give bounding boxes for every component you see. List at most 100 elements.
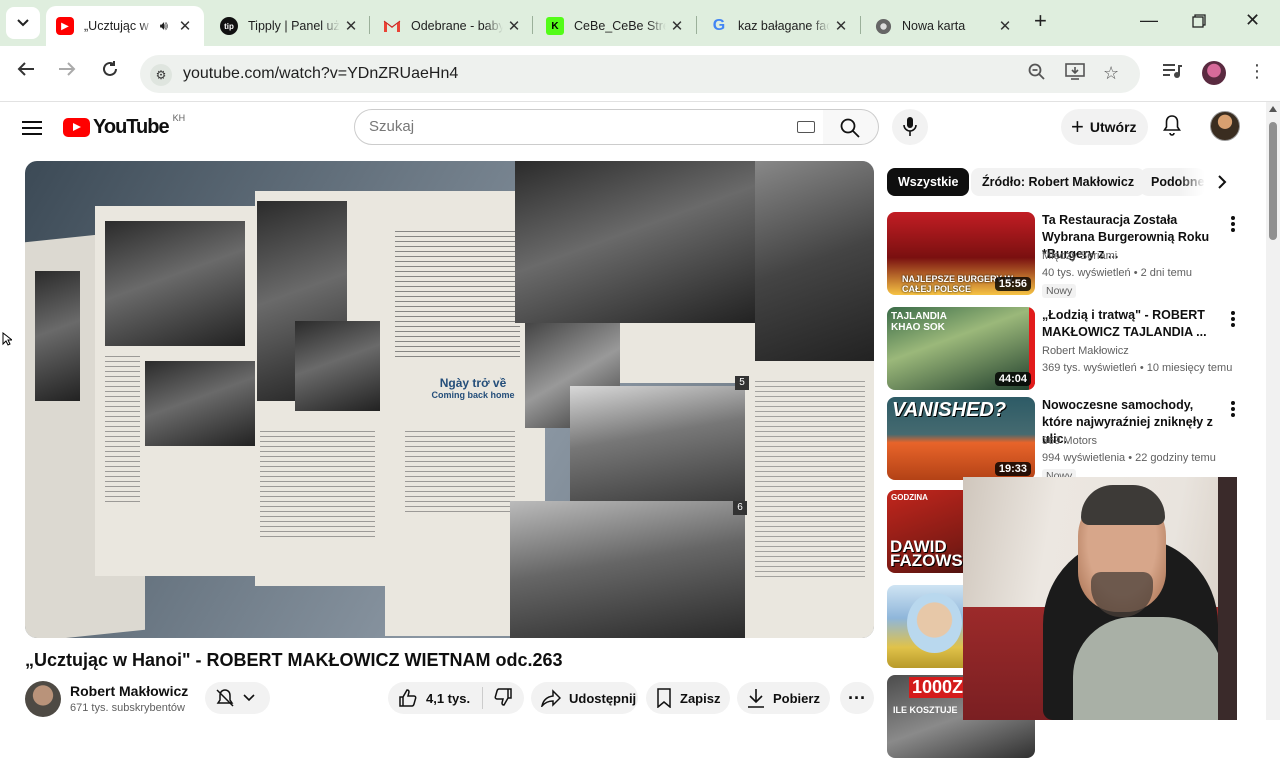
thumbs-up-icon [399,689,417,707]
close-tab-icon[interactable]: ✕ [340,17,362,35]
recommendation-item[interactable]: NAJLEPSZE BURGERY W CAŁEJ POLSCE 15:56 T… [887,212,1257,298]
search-input[interactable] [369,118,769,135]
recommendation-channel[interactable]: 369 Motors [1042,435,1097,447]
url-text[interactable]: youtube.com/watch?v=YDnZRUaeHn4 [183,65,458,83]
duration-badge: 44:04 [994,372,1031,386]
new-tab-plus-icon[interactable]: + [1034,8,1047,34]
media-controls-icon[interactable] [1158,62,1186,85]
tab-title: „Ucztując w [84,19,149,33]
exhibit-text [105,356,140,506]
video-player[interactable]: Ngày trở về Coming back home 5 6 [25,161,874,638]
search-button[interactable] [823,109,879,145]
thumbnail-text: VANISHED? [892,399,1007,421]
create-button[interactable]: + Utwórz [1061,109,1148,145]
reload-icon[interactable] [96,60,124,84]
chevron-right-icon [1217,175,1226,189]
exhibit-text [405,431,515,516]
close-tab-icon[interactable]: ✕ [994,17,1016,35]
tab-title: Odebrane - baby [411,19,503,33]
tab-gmail[interactable]: Odebrane - baby ✕ [373,6,533,46]
notifications-bell-icon[interactable] [1162,114,1182,141]
video-thumbnail[interactable]: TAJLANDIA KHAO SOK 44:04 [887,307,1035,390]
voice-search-button[interactable] [892,109,928,145]
tab-tipply[interactable]: tip Tipply | Panel użytkownika ✕ [210,6,370,46]
close-tab-icon[interactable]: ✕ [174,17,196,35]
webcam-door [1218,477,1237,720]
video-thumbnail[interactable]: VANISHED? 19:33 [887,397,1035,480]
like-button[interactable]: 4,1 tys. [388,688,470,708]
forward-arrow-icon[interactable] [53,60,81,83]
create-label: Utwórz [1089,119,1137,135]
more-vertical-icon[interactable] [1227,214,1239,234]
site-settings-icon[interactable]: ⚙ [150,64,172,86]
tab-title: Nowa karta [902,19,966,33]
more-vertical-icon[interactable] [1227,399,1239,419]
recommendation-channel[interactable]: Między Seriami [1042,250,1117,262]
back-arrow-icon[interactable] [12,60,40,83]
tab-youtube[interactable]: ▶ „Ucztując w 🔊︎ ✕ [46,6,204,46]
country-code: KH [172,112,186,123]
chip-from-channel[interactable]: Źródło: Robert Makłowicz [971,168,1146,196]
share-button[interactable]: Udostępnij [531,682,638,714]
exhibit-text [260,431,375,541]
video-thumbnail[interactable]: NAJLEPSZE BURGERY W CAŁEJ POLSCE 15:56 [887,212,1035,295]
chip-related[interactable]: Podobne [1140,168,1205,196]
youtube-logo[interactable]: YouTube KH [63,112,186,139]
bookmark-star-icon[interactable]: ☆ [1103,63,1119,84]
youtube-play-icon [63,118,90,137]
thumbs-down-icon [494,687,512,706]
close-tab-icon[interactable]: ✕ [666,17,688,35]
thumbnail-face [907,593,962,653]
search-box[interactable] [354,109,824,145]
webcam-shirt [1073,617,1223,720]
chips-next-button[interactable] [1206,168,1238,196]
tab-title: kaz bałagane face [738,19,830,33]
save-button[interactable]: Zapisz [646,682,730,714]
hamburger-menu-icon[interactable] [22,117,42,139]
tab-title: Tipply | Panel użytkownika [248,19,340,33]
search-icon [840,118,860,138]
install-app-icon[interactable] [1065,63,1085,85]
exhibit-photo [755,161,874,361]
address-bar[interactable]: ⚙ youtube.com/watch?v=YDnZRUaeHn4 ☆ [140,55,1140,93]
tab-kick[interactable]: K CeBe_CeBe Stream ✕ [536,6,696,46]
page-scrollbar[interactable] [1266,102,1280,720]
close-window-icon[interactable]: ✕ [1245,10,1260,31]
subscriber-count: 671 tys. subskrybentów [70,702,185,714]
scrollbar-thumb[interactable] [1269,122,1277,240]
like-count: 4,1 tys. [426,690,471,706]
recommendation-title[interactable]: „Łodzią i tratwą" - ROBERT MAKŁOWICZ TAJ… [1042,307,1222,341]
tab-google-search[interactable]: G kaz bałagane face ✕ [700,6,860,46]
restore-window-icon[interactable] [1192,12,1206,33]
recommendation-item[interactable]: TAJLANDIA KHAO SOK 44:04 „Łodzią i tratw… [887,307,1257,391]
browser-menu-icon[interactable]: ⋮ [1243,61,1271,82]
close-tab-icon[interactable]: ✕ [503,17,525,35]
profile-avatar[interactable] [1202,61,1226,85]
exhibit-heading-en: Coming back home [431,390,515,400]
browser-toolbar: ⚙ youtube.com/watch?v=YDnZRUaeHn4 ☆ ⋮ [0,46,1280,102]
zoom-icon[interactable] [1028,63,1045,85]
mouse-cursor-icon [2,332,12,346]
channel-avatar[interactable] [25,681,61,717]
logo-text: YouTube [93,116,170,138]
download-button[interactable]: Pobierz [737,682,830,714]
webcam-overlay [963,477,1237,720]
account-avatar[interactable] [1210,111,1240,141]
channel-name[interactable]: Robert Makłowicz [70,683,188,699]
minimize-window-icon[interactable]: — [1140,10,1158,31]
chip-all[interactable]: Wszystkie [887,168,970,196]
recommendation-item[interactable]: VANISHED? 19:33 Nowoczesne samochody, kt… [887,397,1257,483]
tab-new-tab[interactable]: Nowa karta ✕ [864,6,1024,46]
close-tab-icon[interactable]: ✕ [830,17,852,35]
audio-icon[interactable]: 🔊︎ [160,18,168,34]
tab-search-button[interactable] [6,7,40,39]
keyboard-icon[interactable] [797,121,815,133]
more-vertical-icon[interactable] [1227,309,1239,329]
recommendation-channel[interactable]: Robert Makłowicz [1042,345,1129,357]
scroll-up-arrow-icon[interactable] [1269,106,1277,112]
dislike-button[interactable] [483,687,521,710]
plus-icon: + [1071,114,1084,139]
more-actions-button[interactable]: ··· [840,682,874,714]
save-label: Zapisz [680,690,721,706]
subscribed-notifications-button[interactable] [205,682,270,714]
